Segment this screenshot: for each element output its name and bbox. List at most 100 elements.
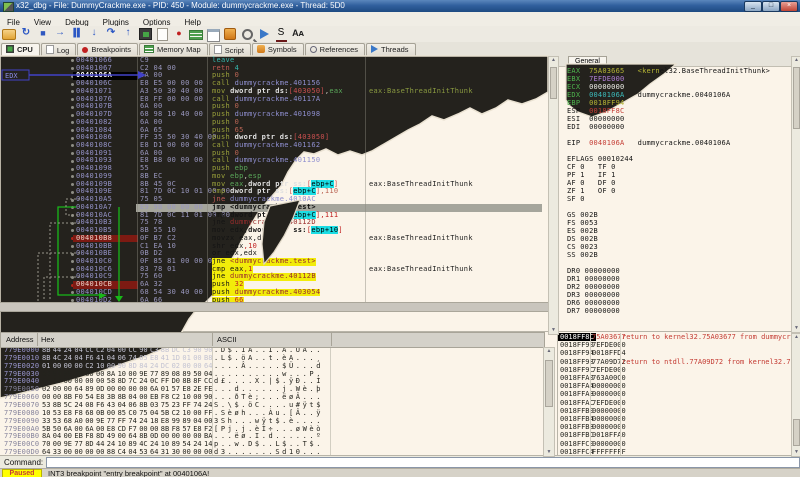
scrollbar-thumb[interactable] — [545, 360, 553, 407]
register-line[interactable]: EIP 0040106A dummycrackme.0040106A — [567, 139, 730, 147]
tab-references[interactable]: References — [304, 43, 366, 57]
register-token — [624, 67, 637, 75]
register-token: CS 0023 — [567, 243, 598, 251]
stack-scrollbar[interactable]: ▲ ▼ — [791, 333, 800, 457]
pause-icon[interactable]: ▌▌ — [70, 27, 84, 39]
register-line[interactable]: FS 0053 — [567, 219, 598, 227]
register-line[interactable]: EDX 0040106A dummycrackme.0040106A — [567, 91, 730, 99]
scrollbar-thumb[interactable] — [550, 67, 557, 99]
dump-scrollbar[interactable]: ▲ ▼ — [543, 347, 555, 457]
open-file-icon[interactable] — [2, 27, 16, 40]
stack-row[interactable]: 0018FFA4 00000000 — [558, 382, 791, 390]
references-icon[interactable] — [240, 27, 257, 44]
register-line[interactable]: EBX 7EFDE000 — [567, 75, 624, 83]
stack-row[interactable]: 0018FF90 7EFDE000 — [558, 341, 791, 349]
register-line[interactable]: EAX 75A03665 <kernel32.BaseThreadInitThu… — [567, 67, 770, 75]
register-line[interactable]: DR3 00000000 — [567, 291, 620, 299]
scrollbar-thumb[interactable] — [793, 67, 800, 129]
register-line[interactable]: CF 0 TF 0 — [567, 163, 616, 171]
patches-icon[interactable] — [206, 27, 220, 42]
stack-row[interactable]: 0018FFA0 763A00C0 — [558, 374, 791, 382]
registers-scrollbar[interactable]: ▲ ▼ — [791, 56, 800, 333]
stack-row[interactable]: 0018FFB0 00000000 — [558, 407, 791, 415]
tab-log[interactable]: Log — [40, 43, 77, 57]
column-divider[interactable] — [365, 57, 366, 302]
register-line[interactable]: CS 0023 — [567, 243, 598, 251]
stack-row[interactable]: 0018FF9C 7EFDE000 — [558, 366, 791, 374]
stack-row[interactable]: 0018FFB4 00000000 — [558, 415, 791, 423]
register-line[interactable]: GS 002B — [567, 211, 598, 219]
register-line[interactable]: ECX 00000000 — [567, 83, 624, 91]
register-token: ES 002B — [567, 227, 598, 235]
register-line[interactable]: DR0 00000000 — [567, 267, 620, 275]
column-divider[interactable] — [207, 57, 208, 302]
scrollbar-thumb[interactable] — [793, 419, 800, 446]
scroll-up-icon[interactable]: ▲ — [544, 348, 554, 355]
stack-row[interactable]: 0018FFA8 00000000 — [558, 390, 791, 398]
horizontal-splitter[interactable] — [0, 302, 548, 312]
stop-icon[interactable]: ■ — [36, 27, 50, 39]
register-line[interactable]: PF 1 IF 1 — [567, 171, 616, 179]
scroll-down-icon[interactable]: ▼ — [792, 325, 800, 332]
command-input[interactable] — [46, 457, 800, 468]
register-line[interactable]: AF 0 DF 0 — [567, 179, 616, 187]
step-into-icon[interactable]: ↓ — [87, 27, 101, 39]
scroll-down-icon[interactable]: ▼ — [544, 449, 554, 456]
register-line[interactable]: EBP 0018FF94 — [567, 99, 624, 107]
disasm-scrollbar[interactable]: ▲ ▼ — [548, 56, 559, 335]
register-line[interactable]: ESP 0018FF8C — [567, 107, 624, 115]
column-divider[interactable] — [137, 57, 138, 302]
dump-row[interactable]: 779E00D0 64 33 00 00 00 00 88 C4 04 53 64 31 30 00 00 00… — [2, 448, 540, 455]
tab-symbols[interactable]: Symbols — [251, 43, 304, 57]
register-line[interactable]: DS 002B — [567, 235, 598, 243]
threads-icon[interactable] — [257, 27, 271, 39]
tab-threads[interactable]: Threads — [366, 43, 416, 57]
stack-row[interactable]: 0018FF94 0018FFD4 — [558, 349, 791, 357]
register-line[interactable]: SS 002B — [567, 251, 598, 259]
step-over-icon[interactable]: ↷ — [104, 27, 118, 39]
title-bar[interactable]: x32_dbg - File: DummyCrackme.exe - PID: … — [0, 0, 800, 12]
register-line[interactable]: ESI 00000000 — [567, 115, 624, 123]
stack-row[interactable]: 0018FFBC 0018FFA0 — [558, 431, 791, 439]
tab-memory-map[interactable]: Memory Map — [138, 43, 208, 57]
register-line[interactable]: DR2 00000000 — [567, 283, 620, 291]
execute-till-return-icon[interactable]: ↑ — [121, 27, 135, 39]
register-line[interactable]: DR1 00000000 — [567, 275, 620, 283]
cpu-icon[interactable] — [138, 27, 152, 40]
register-line[interactable]: EDI 00000000 — [567, 123, 624, 131]
log-icon[interactable] — [155, 27, 169, 41]
scroll-up-icon[interactable]: ▲ — [549, 57, 558, 64]
stack-row[interactable]: 0018FF98 77A09D72 return to ntdll.77A09D72… — [558, 358, 791, 366]
shellcode-icon[interactable]: SS — [274, 27, 288, 51]
minimize-button[interactable]: _ — [744, 1, 762, 12]
symbols-icon[interactable] — [223, 27, 237, 40]
scroll-down-icon[interactable]: ▼ — [792, 449, 800, 456]
stack-row[interactable]: 0018FFB8 00000000 — [558, 423, 791, 431]
restart-icon[interactable]: ↻ — [19, 27, 33, 39]
tab-breakpoints[interactable]: Breakpoints — [77, 43, 138, 57]
stack-row[interactable]: 0018FFC0 00000000 — [558, 440, 791, 448]
register-line[interactable]: SF 0 — [567, 195, 585, 203]
instruction-token: ebp+10 — [311, 226, 339, 235]
tab-script[interactable]: Script — [208, 43, 251, 57]
register-line[interactable]: EFLAGS 00010244 — [567, 155, 633, 163]
register-line[interactable]: ZF 1 OF 0 — [567, 187, 616, 195]
memory-map-icon[interactable] — [189, 27, 203, 40]
scroll-down-icon[interactable]: ▼ — [549, 327, 558, 334]
scroll-up-icon[interactable]: ▲ — [792, 57, 800, 64]
register-line[interactable]: DR6 00000000 — [567, 299, 620, 307]
stack-row[interactable]: 0018FF8C 75A03677 return to kernel32.75A03… — [558, 333, 791, 342]
scroll-up-icon[interactable]: ▲ — [792, 334, 800, 341]
font-icon[interactable]: Aᴀ — [291, 27, 305, 39]
breakpoint-icon[interactable]: ● — [172, 27, 186, 39]
stack-row[interactable]: 0018FFAC 7EFDE000 — [558, 399, 791, 407]
registers-tab-strip: General — [558, 56, 800, 67]
close-button[interactable]: × — [780, 1, 798, 12]
register-line[interactable]: DR7 00000000 — [567, 307, 620, 315]
tab-general[interactable]: General — [568, 56, 607, 66]
register-token: 00000000 — [589, 83, 625, 91]
stack-row[interactable]: 0018FFC4 FFFFFFFF — [558, 448, 791, 455]
maximize-button[interactable]: □ — [762, 1, 780, 12]
register-line[interactable]: ES 002B — [567, 227, 598, 235]
run-icon[interactable]: → — [53, 27, 67, 39]
